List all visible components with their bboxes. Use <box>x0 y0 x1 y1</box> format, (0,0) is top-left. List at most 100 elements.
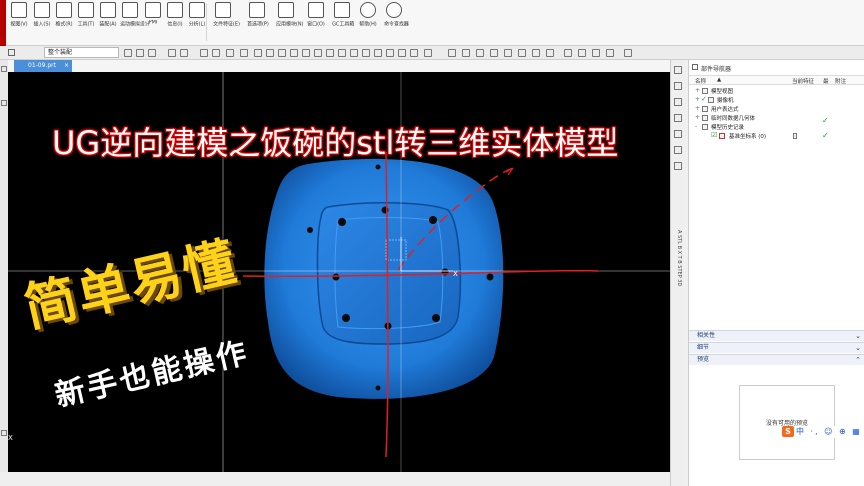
render-style-icon[interactable] <box>518 49 526 57</box>
tree-item-model-views[interactable]: + 模型视图 <box>689 87 864 96</box>
help-icon <box>360 2 376 18</box>
snap-icon[interactable] <box>290 49 298 57</box>
panel-details[interactable]: 细节 ⌄ <box>689 342 864 353</box>
ribbon: 视图(V) 插入(S) 格式(R) 工具(T) 装配(A) 运动模拟设计 PMI <box>0 0 864 46</box>
chevron-up-icon[interactable]: ⌃ <box>855 355 861 365</box>
check-icon: ✓ <box>701 95 707 103</box>
menu-command-finder-button[interactable]: 命令查找器 <box>383 2 409 28</box>
status-bar <box>0 472 686 486</box>
menu-icon[interactable] <box>8 49 15 56</box>
sogou-logo-icon[interactable]: S <box>782 426 794 437</box>
snap-icon[interactable] <box>254 49 262 57</box>
menu-gc-toolbox-button[interactable]: GC工具箱 <box>331 2 354 28</box>
select-icon[interactable] <box>148 49 156 57</box>
assembly-filter-select[interactable]: 整个装配 <box>44 47 119 58</box>
panel-preview[interactable]: 预览 ⌃ <box>689 354 864 365</box>
roles-icon[interactable] <box>674 146 682 154</box>
color-icon[interactable] <box>606 49 614 57</box>
view-orient-icon[interactable] <box>448 49 456 57</box>
panel-related[interactable]: 相关性 ⌄ <box>689 330 864 341</box>
menu-application-button[interactable]: 应用模块(N) <box>275 2 303 28</box>
tree-item-temp-geometry[interactable]: + 临时同数据几何体 <box>689 114 864 123</box>
menu-tools-button[interactable]: 工具(T) <box>75 2 97 28</box>
reuse-library-icon[interactable] <box>674 114 682 122</box>
snap-icon[interactable] <box>386 49 394 57</box>
menu-format-button[interactable]: 格式(R) <box>53 2 75 28</box>
snap-icon[interactable] <box>302 49 310 57</box>
column-current-feature[interactable]: 当前特征 <box>792 77 814 85</box>
snap-icon[interactable] <box>338 49 346 57</box>
snap-icon[interactable] <box>180 49 188 57</box>
chevron-down-icon[interactable]: ⌄ <box>855 331 861 341</box>
snap-icon[interactable] <box>314 49 322 57</box>
menu-pmi-button[interactable]: PMI <box>142 2 164 26</box>
snap-icon[interactable] <box>168 49 176 57</box>
menu-window-button[interactable]: 窗口(O) <box>305 2 327 28</box>
select-filter-icon[interactable] <box>124 49 132 57</box>
tree-item-user-expressions[interactable]: + 用户表达式 <box>689 105 864 114</box>
select-icon[interactable] <box>136 49 144 57</box>
document-tab[interactable]: 01-09.prt × <box>14 60 72 72</box>
chevron-down-icon[interactable]: ⌄ <box>855 343 861 353</box>
system-icon[interactable] <box>674 162 682 170</box>
settings-icon[interactable] <box>624 49 632 57</box>
web-icon[interactable] <box>674 130 682 138</box>
view-orient-icon[interactable] <box>462 49 470 57</box>
snap-icon[interactable] <box>266 49 274 57</box>
navigator-icon[interactable] <box>674 66 682 74</box>
snap-icon[interactable] <box>326 49 334 57</box>
snap-icon[interactable] <box>200 49 208 57</box>
render-style-icon[interactable] <box>546 49 554 57</box>
expression-icon <box>702 106 708 112</box>
snap-icon[interactable] <box>398 49 406 57</box>
menu-help-button[interactable]: 帮助(H) <box>357 2 379 28</box>
latest-check-icon: ✓ <box>822 131 829 140</box>
checkbox-checked[interactable]: ☑ <box>711 131 717 139</box>
layer-icon[interactable] <box>564 49 572 57</box>
snap-icon[interactable] <box>410 49 418 57</box>
color-icon[interactable] <box>592 49 600 57</box>
tool-icon[interactable] <box>1 66 7 72</box>
tool-icon[interactable] <box>1 100 7 106</box>
render-style-icon[interactable] <box>532 49 540 57</box>
menu-assembly-button[interactable]: 装配(A) <box>97 2 119 28</box>
sort-icon[interactable]: ▲ <box>717 77 721 83</box>
menu-preferences-button[interactable]: 首选项(P) <box>246 2 269 28</box>
render-style-icon[interactable] <box>490 49 498 57</box>
ime-status-text[interactable]: 中 ·, ☺ ⊕ ▦ ♥ ▦ <box>796 426 864 437</box>
menu-view-button[interactable]: 视图(V) <box>8 2 30 28</box>
column-name[interactable]: 名称 <box>695 77 706 85</box>
window-icon <box>308 2 324 18</box>
column-note[interactable]: 附注 <box>835 77 846 85</box>
history-icon[interactable] <box>674 82 682 90</box>
menu-motion-button[interactable]: 运动模拟设计 <box>119 2 150 28</box>
menu-analysis-button[interactable]: 分析(L) <box>186 2 208 28</box>
menu-info-button[interactable]: 信息(I) <box>164 2 186 28</box>
graphics-viewport[interactable]: X X UG逆向建模之饭碗的stl转三维实体模型 简单易懂 新手也能操作 <box>8 72 670 472</box>
layer-icon[interactable] <box>578 49 586 57</box>
motion-icon <box>122 2 138 18</box>
render-style-icon[interactable] <box>476 49 484 57</box>
tree-item-cameras[interactable]: + ✓ 摄像机 <box>689 95 864 105</box>
snap-icon[interactable] <box>374 49 382 57</box>
navigator-title: 部件导航器 <box>701 66 732 73</box>
snap-icon[interactable] <box>226 49 234 57</box>
snap-icon[interactable] <box>212 49 220 57</box>
snap-icon[interactable] <box>424 49 432 57</box>
constraint-icon[interactable] <box>674 98 682 106</box>
nx-window: 视图(V) 插入(S) 格式(R) 工具(T) 装配(A) 运动模拟设计 PMI <box>0 0 864 486</box>
menu-insert-button[interactable]: 插入(S) <box>31 2 53 28</box>
tree-item-datum-csys[interactable]: ☑ 基准坐标系 (0) ✓ <box>689 131 864 141</box>
ime-toolbar[interactable]: S 中 ·, ☺ ⊕ ▦ ♥ ▦ <box>782 426 864 438</box>
snap-icon[interactable] <box>350 49 358 57</box>
snap-icon[interactable] <box>240 49 248 57</box>
column-latest[interactable]: 最 <box>823 77 829 85</box>
info-panel-icon <box>167 2 183 18</box>
tool-icon[interactable] <box>1 430 7 436</box>
camera-icon <box>708 97 714 103</box>
snap-icon[interactable] <box>278 49 286 57</box>
menu-feature-button[interactable]: 文件特征(E) <box>212 2 240 28</box>
render-style-icon[interactable] <box>504 49 512 57</box>
snap-icon[interactable] <box>362 49 370 57</box>
close-icon[interactable]: × <box>64 60 69 72</box>
